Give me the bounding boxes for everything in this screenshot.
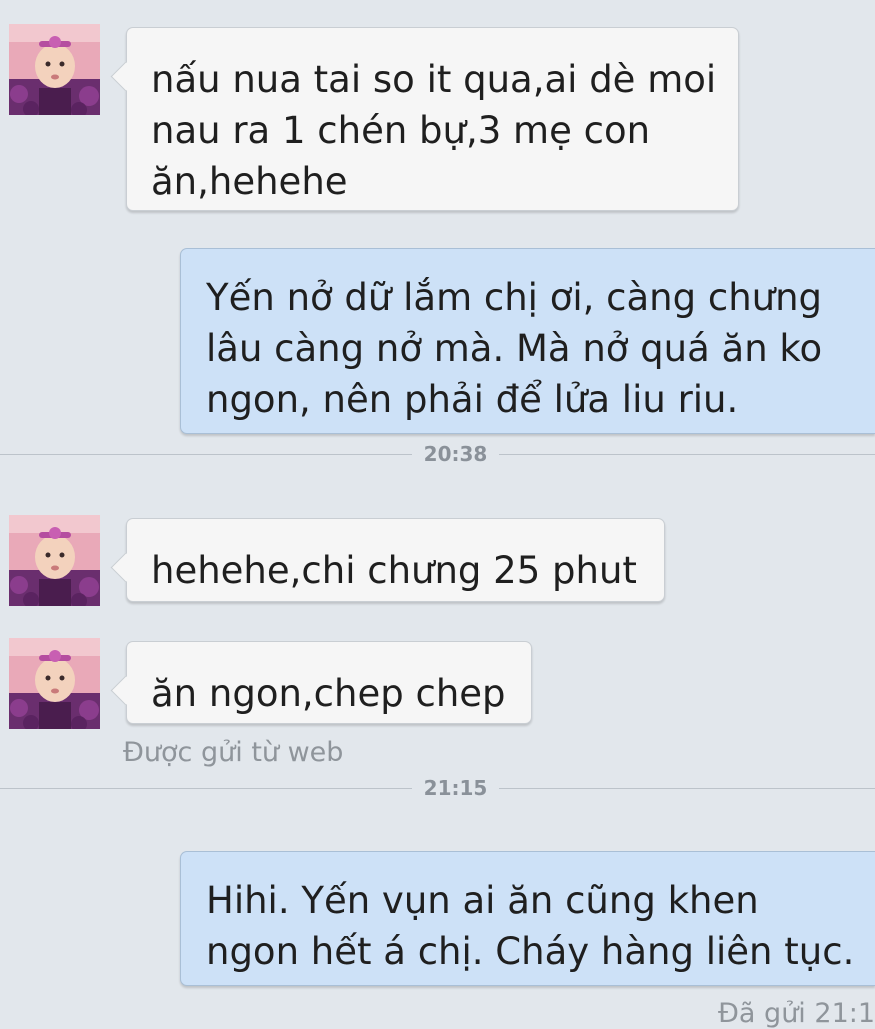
time-divider: 21:15 xyxy=(0,778,875,798)
message-bubble-outgoing[interactable]: Yến nở dữ lắm chị ơi, càng chưng lâu càn… xyxy=(180,248,875,434)
time-divider: 20:38 xyxy=(0,444,875,464)
message-bubble-incoming[interactable]: nấu nua tai so it qua,ai dè moi nau ra 1… xyxy=(126,27,739,211)
message-text-line: Yến nở dữ lắm chị ơi, càng chưng xyxy=(206,276,823,319)
message-text-line: hehehe,chi chưng 25 phut xyxy=(151,549,637,592)
divider-line xyxy=(0,454,412,455)
contact-avatar[interactable] xyxy=(9,638,100,729)
divider-line xyxy=(499,788,875,789)
delivery-status: Đã gửi 21:1 xyxy=(718,998,875,1029)
message-text-line: ăn,hehehe xyxy=(151,160,348,203)
message-text-line: ngon, nên phải để lửa liu riu. xyxy=(206,378,739,421)
message-bubble-incoming[interactable]: hehehe,chi chưng 25 phut xyxy=(126,518,665,602)
divider-timestamp: 21:15 xyxy=(423,776,488,800)
message-text-line: lâu càng nở mà. Mà nở quá ăn ko xyxy=(206,327,823,370)
message-text-line: nấu nua tai so it qua,ai dè moi xyxy=(151,58,717,101)
message-text-line: ngon hết á chị. Cháy hàng liên tục. xyxy=(206,930,855,973)
message-text-line: nau ra 1 chén bự,3 mẹ con xyxy=(151,109,651,152)
contact-avatar[interactable] xyxy=(9,24,100,115)
sent-from-web-label: Được gửi từ web xyxy=(123,737,344,768)
message-text-line: ăn ngon,chep chep xyxy=(151,672,506,715)
contact-avatar[interactable] xyxy=(9,515,100,606)
message-bubble-incoming[interactable]: ăn ngon,chep chep xyxy=(126,641,532,724)
divider-line xyxy=(0,788,412,789)
message-text-line: Hihi. Yến vụn ai ăn cũng khen xyxy=(206,879,759,922)
divider-timestamp: 20:38 xyxy=(423,442,488,466)
divider-line xyxy=(499,454,875,455)
message-bubble-outgoing[interactable]: Hihi. Yến vụn ai ăn cũng khen ngon hết á… xyxy=(180,851,875,986)
